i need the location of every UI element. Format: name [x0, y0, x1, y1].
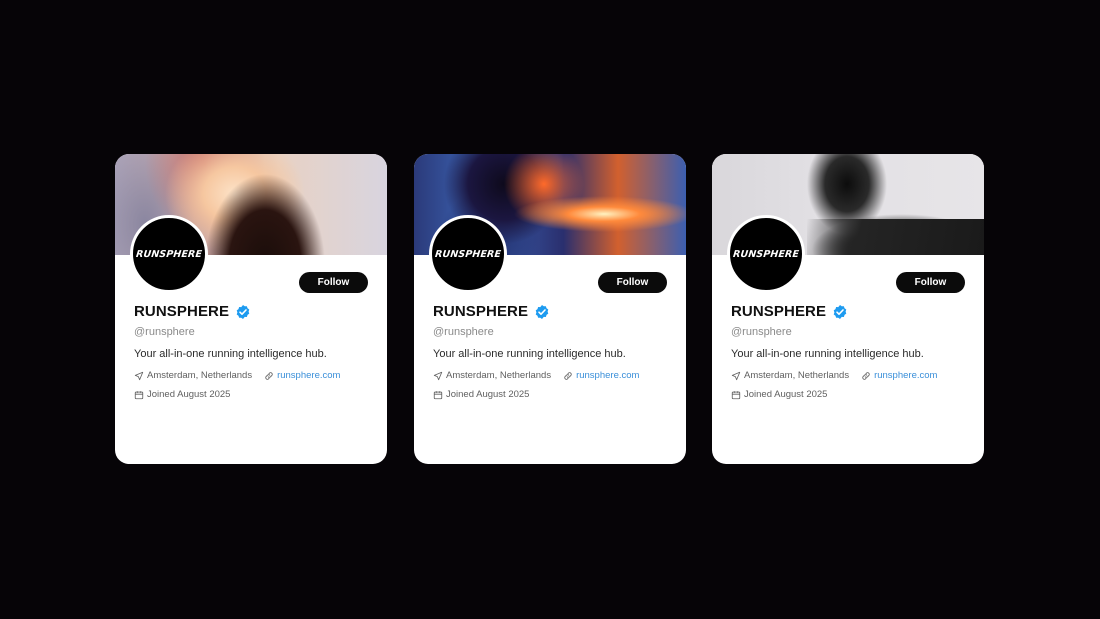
avatar-logo-text: RUNSPHERE — [434, 248, 502, 260]
profile-card-3: RUNSPHERE Follow RUNSPHERE @runsphere Yo… — [712, 154, 984, 464]
meta-row: Amsterdam, Netherlands runsphere.com — [134, 370, 340, 381]
profile-bio: Your all-in-one running intelligence hub… — [134, 348, 327, 360]
location-item: Amsterdam, Netherlands — [731, 370, 849, 381]
profile-card-1: RUNSPHERE Follow RUNSPHERE @runsphere Yo… — [115, 154, 387, 464]
profile-name: RUNSPHERE — [433, 303, 529, 320]
website-link[interactable]: runsphere.com — [277, 370, 340, 381]
profile-handle: @runsphere — [731, 326, 792, 338]
follow-button[interactable]: Follow — [299, 272, 368, 293]
follow-button[interactable]: Follow — [598, 272, 667, 293]
joined-row: Joined August 2025 — [731, 389, 827, 400]
location-arrow-icon — [134, 371, 144, 380]
link-icon — [564, 371, 572, 380]
calendar-icon — [433, 390, 443, 399]
website-link[interactable]: runsphere.com — [874, 370, 937, 381]
verified-badge-icon — [535, 304, 549, 319]
verified-badge-icon — [236, 304, 250, 319]
meta-row: Amsterdam, Netherlands runsphere.com — [731, 370, 937, 381]
website-item[interactable]: runsphere.com — [861, 370, 937, 381]
avatar-logo-text: RUNSPHERE — [135, 248, 203, 260]
profile-handle: @runsphere — [433, 326, 494, 338]
avatar[interactable]: RUNSPHERE — [727, 215, 805, 293]
joined-text: Joined August 2025 — [446, 389, 530, 400]
location-item: Amsterdam, Netherlands — [433, 370, 551, 381]
joined-row: Joined August 2025 — [433, 389, 529, 400]
calendar-icon — [731, 390, 741, 399]
profile-name: RUNSPHERE — [134, 303, 230, 320]
website-item[interactable]: runsphere.com — [264, 370, 340, 381]
profile-card-2: RUNSPHERE Follow RUNSPHERE @runsphere Yo… — [414, 154, 686, 464]
name-row: RUNSPHERE — [134, 303, 251, 320]
joined-row: Joined August 2025 — [134, 389, 230, 400]
link-icon — [862, 371, 870, 380]
location-item: Amsterdam, Netherlands — [134, 370, 252, 381]
location-arrow-icon — [433, 371, 443, 380]
profile-name: RUNSPHERE — [731, 303, 827, 320]
link-icon — [265, 371, 273, 380]
canvas: RUNSPHERE Follow RUNSPHERE @runsphere Yo… — [0, 0, 1100, 619]
calendar-icon — [134, 390, 144, 399]
location-arrow-icon — [731, 371, 741, 380]
follow-button[interactable]: Follow — [896, 272, 965, 293]
name-row: RUNSPHERE — [433, 303, 550, 320]
profile-bio: Your all-in-one running intelligence hub… — [433, 348, 626, 360]
website-item[interactable]: runsphere.com — [563, 370, 639, 381]
avatar[interactable]: RUNSPHERE — [130, 215, 208, 293]
joined-text: Joined August 2025 — [147, 389, 231, 400]
joined-text: Joined August 2025 — [744, 389, 828, 400]
avatar[interactable]: RUNSPHERE — [429, 215, 507, 293]
location-text: Amsterdam, Netherlands — [147, 370, 253, 381]
verified-badge-icon — [833, 304, 847, 319]
profile-handle: @runsphere — [134, 326, 195, 338]
meta-row: Amsterdam, Netherlands runsphere.com — [433, 370, 639, 381]
name-row: RUNSPHERE — [731, 303, 848, 320]
profile-bio: Your all-in-one running intelligence hub… — [731, 348, 924, 360]
location-text: Amsterdam, Netherlands — [744, 370, 850, 381]
location-text: Amsterdam, Netherlands — [446, 370, 552, 381]
website-link[interactable]: runsphere.com — [576, 370, 639, 381]
avatar-logo-text: RUNSPHERE — [732, 248, 800, 260]
